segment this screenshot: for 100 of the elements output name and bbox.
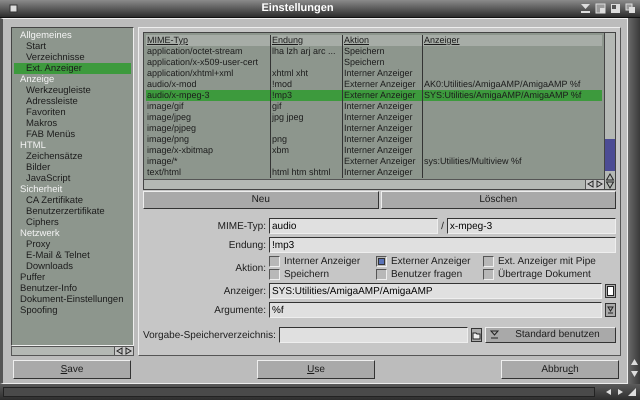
file-icon[interactable] [605, 284, 616, 298]
folder-icon[interactable] [471, 328, 482, 342]
table-cell: html htm shtml [272, 167, 331, 178]
down-arrow-icon[interactable] [630, 370, 638, 378]
tree-item[interactable]: Werkzeugleiste [14, 85, 131, 96]
tree-item[interactable]: FAB Menüs [14, 129, 131, 140]
table-row[interactable]: image/jpeg jpg jpeg Interner Anzeiger [146, 112, 602, 123]
table-cell: application/xhtml+xml [147, 68, 234, 79]
input-field[interactable]: %f [269, 302, 602, 318]
action-button[interactable]: Abbruch [501, 360, 619, 379]
zoom-icon[interactable] [595, 3, 606, 14]
tree-item[interactable]: Bilder [14, 162, 131, 173]
table-row[interactable]: application/octet-stream lha lzh arj arc ... Speichern [146, 46, 602, 57]
table-cell: Interner Anzeiger [344, 123, 413, 134]
tree-item[interactable]: Zeichensätze [14, 151, 131, 162]
checkbox[interactable] [483, 269, 494, 280]
iconify-icon[interactable] [580, 3, 591, 14]
action-button[interactable]: Save [13, 360, 131, 379]
table-row[interactable]: image/x-xbitmap xbm Interner Anzeiger [146, 145, 602, 156]
column-header[interactable]: Aktion [343, 35, 423, 46]
input-field[interactable]: audio [269, 218, 438, 234]
tree-item[interactable]: Downloads [14, 261, 131, 272]
field-label: Endung: [228, 238, 266, 252]
maximize-icon[interactable] [610, 3, 621, 14]
tree-item[interactable]: Makros [14, 118, 131, 129]
tree-item[interactable]: Verzeichnisse [14, 52, 131, 63]
column-header[interactable]: Endung [271, 35, 343, 46]
tree-item[interactable]: Start [14, 41, 131, 52]
vertical-scrollbar[interactable] [604, 33, 615, 189]
checkbox[interactable] [269, 269, 280, 280]
checkbox-label: Benutzer fragen [391, 269, 462, 280]
tree-item[interactable]: Proxy [14, 239, 131, 250]
checkbox[interactable] [376, 256, 387, 267]
table-cell: SYS:Utilities/AmigaAMP/AmigaAMP %f [424, 90, 582, 101]
table-cell: Interner Anzeiger [344, 134, 413, 145]
table-row[interactable]: audio/x-mpeg-3 !mp3 Externer Anzeiger SYS:Utilities/AmigaAMP/AmigaAMP %f [146, 90, 602, 101]
close-icon[interactable] [8, 3, 19, 14]
table-row[interactable]: application/xhtml+xml xhtml xht Interner Anzeiger [146, 68, 602, 79]
depth-icon[interactable] [625, 3, 636, 14]
checkbox[interactable] [376, 269, 387, 280]
input-field[interactable]: x-mpeg-3 [446, 218, 616, 234]
checkbox-label: Übertrage Dokument [498, 269, 591, 280]
checkbox-label: Speichern [284, 269, 330, 280]
table-cell: application/octet-stream [147, 46, 243, 57]
table-row[interactable]: image/pjpeg Interner Anzeiger [146, 123, 602, 134]
checkbox[interactable] [269, 256, 280, 267]
up-arrow-icon[interactable] [630, 358, 638, 366]
table-button[interactable]: Neu [143, 191, 378, 209]
left-arrow-icon[interactable] [115, 347, 124, 355]
table-cell: image/x-xbitmap [147, 145, 214, 156]
tree-item[interactable]: Adressleiste [14, 96, 131, 107]
tree-item[interactable]: JavaScript [14, 173, 131, 184]
table-cell: image/gif [147, 101, 184, 112]
table-row[interactable]: image/png png Interner Anzeiger [146, 134, 602, 145]
table-cell: lha lzh arj arc ... [272, 46, 336, 57]
left-arrow-icon[interactable] [586, 180, 595, 188]
table-cell: image/png [147, 134, 190, 145]
action-button[interactable]: Use [257, 360, 375, 379]
down-arrow-icon[interactable] [605, 181, 615, 189]
up-arrow-icon[interactable] [605, 173, 615, 181]
tree-item[interactable]: Puffer [14, 272, 131, 283]
table-row[interactable]: image/gif gif Interner Anzeiger [146, 101, 602, 112]
table-button[interactable]: Löschen [380, 191, 616, 209]
tree-item[interactable]: Ext. Anzeiger [14, 63, 131, 74]
tree-item[interactable]: CA Zertifikate [14, 195, 131, 206]
input-field[interactable]: !mp3 [269, 237, 616, 253]
checkbox-label: Interner Anzeiger [284, 256, 360, 267]
tree-item[interactable]: Dokument-Einstellungen [14, 294, 131, 305]
table-row[interactable]: text/html html htm shtml Interner Anzeiger [146, 167, 602, 178]
input-field[interactable]: SYS:Utilities/AmigaAMP/AmigaAMP [269, 283, 602, 299]
tree-item[interactable]: Favoriten [14, 107, 131, 118]
separator-text: / [441, 220, 444, 234]
left-arrow-icon[interactable] [604, 388, 613, 396]
resize-icon[interactable] [628, 388, 637, 396]
tree-item[interactable]: Ciphers [14, 217, 131, 228]
table-cell: Interner Anzeiger [344, 145, 413, 156]
popup-icon[interactable] [605, 303, 616, 317]
table-row[interactable]: image/* Externer Anzeiger sys:Utilities/Multiview %f [146, 156, 602, 167]
standard-button[interactable]: Standard benutzen [485, 327, 616, 343]
table-cell: png [272, 134, 288, 145]
column-header[interactable]: Anzeiger [423, 35, 602, 46]
table-cell: Externer Anzeiger [344, 90, 416, 101]
right-arrow-icon[interactable] [616, 388, 625, 396]
tree-item[interactable]: E-Mail & Telnet [14, 250, 131, 261]
table-cell: Externer Anzeiger [344, 156, 416, 167]
scroll-thumb[interactable] [605, 139, 615, 171]
table-row[interactable]: application/x-x509-user-cert Speichern [146, 57, 602, 68]
table-cell: Interner Anzeiger [344, 112, 413, 123]
tree-item[interactable]: Spoofing [14, 305, 131, 316]
table-cell: xbm [272, 145, 290, 156]
tree-item[interactable]: Benutzerzertifikate [14, 206, 131, 217]
tree-item[interactable]: Benutzer-Info [14, 283, 131, 294]
input-field[interactable] [278, 327, 468, 343]
checkbox[interactable] [483, 256, 494, 267]
right-arrow-icon[interactable] [124, 347, 133, 355]
right-arrow-icon[interactable] [595, 180, 604, 188]
column-header[interactable]: MIME-Typ [146, 35, 271, 46]
table-cell: Interner Anzeiger [344, 167, 413, 178]
field-label: Aktion: [234, 262, 266, 276]
field-label: MIME-Typ: [216, 220, 266, 234]
